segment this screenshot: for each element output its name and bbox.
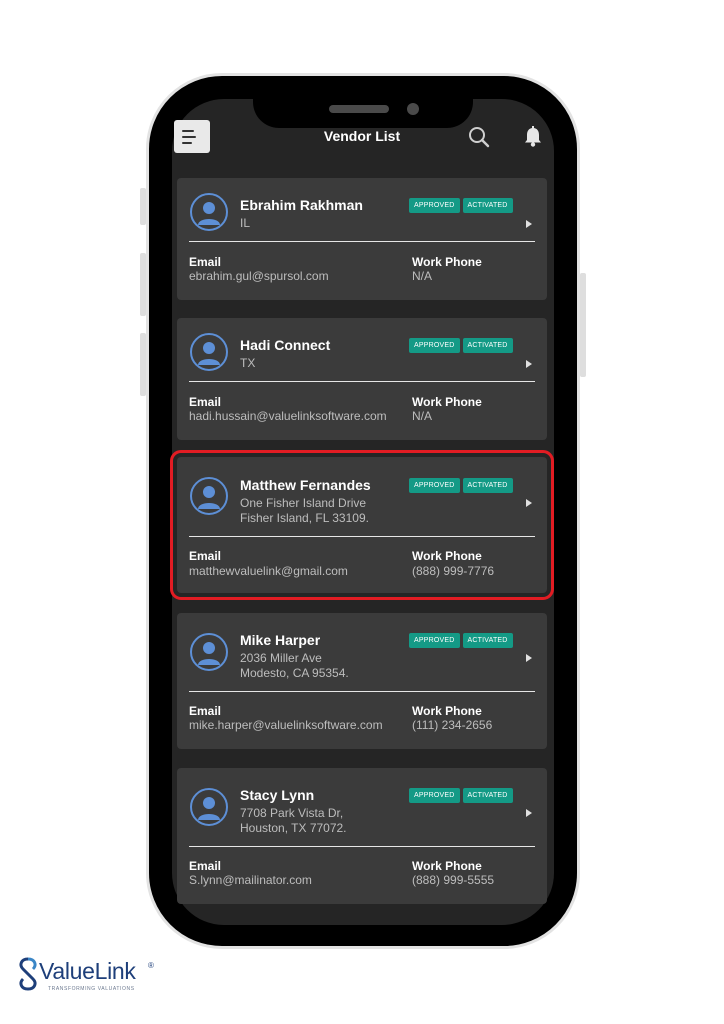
vendor-name: Matthew Fernandes: [240, 477, 371, 493]
activated-badge: ACTIVATED: [462, 788, 513, 803]
chevron-right-icon[interactable]: [526, 654, 532, 662]
page-title: Vendor List: [323, 128, 401, 144]
vendor-card-highlighted[interactable]: Matthew Fernandes One Fisher Island Driv…: [170, 450, 554, 600]
vendor-card[interactable]: Mike Harper 2036 Miller Ave Modesto, CA 9…: [177, 613, 547, 749]
avatar: [190, 193, 228, 231]
vendor-address: TX: [240, 356, 256, 370]
registered-mark: ®: [148, 961, 154, 970]
email-label: Email: [189, 859, 222, 873]
divider: [189, 691, 535, 692]
bell-icon[interactable]: [523, 126, 543, 148]
avatar: [190, 788, 228, 826]
work-phone-value[interactable]: (111) 234-2656: [412, 718, 492, 732]
vendor-name: Ebrahim Rakhman: [240, 197, 363, 213]
phone-power-button: [580, 273, 586, 377]
vendor-address: One Fisher Island Drive Fisher Island, FL…: [240, 496, 369, 525]
chevron-right-icon[interactable]: [526, 809, 532, 817]
email-value[interactable]: hadi.hussain@valuelinksoftware.com: [189, 409, 387, 423]
email-value[interactable]: matthewvaluelink@gmail.com: [189, 564, 348, 578]
work-phone-value[interactable]: (888) 999-5555: [412, 873, 494, 887]
avatar: [190, 633, 228, 671]
chevron-right-icon[interactable]: [526, 499, 532, 507]
status-badges: APPROVED ACTIVATED: [409, 198, 513, 213]
activated-badge: ACTIVATED: [462, 338, 513, 353]
approved-badge: APPROVED: [409, 633, 460, 648]
vendor-name: Mike Harper: [240, 632, 321, 648]
vendor-address: IL: [240, 216, 251, 230]
menu-icon: [182, 130, 194, 132]
approved-badge: APPROVED: [409, 788, 460, 803]
work-phone-label: Work Phone: [412, 859, 482, 873]
vendor-name: Hadi Connect: [240, 337, 331, 353]
email-value[interactable]: mike.harper@valuelinksoftware.com: [189, 718, 383, 732]
work-phone-value[interactable]: N/A: [412, 409, 432, 423]
phone-speaker: [329, 105, 389, 113]
activated-badge: ACTIVATED: [462, 478, 513, 493]
status-badges: APPROVED ACTIVATED: [409, 338, 513, 353]
avatar: [190, 477, 228, 515]
approved-badge: APPROVED: [409, 338, 460, 353]
approved-badge: APPROVED: [409, 198, 460, 213]
activated-badge: ACTIVATED: [462, 198, 513, 213]
email-value[interactable]: S.lynn@mailinator.com: [189, 873, 312, 887]
phone-camera: [407, 103, 419, 115]
work-phone-value[interactable]: N/A: [412, 269, 432, 283]
divider: [189, 536, 535, 537]
email-label: Email: [189, 549, 222, 563]
approved-badge: APPROVED: [409, 478, 460, 493]
divider: [189, 381, 535, 382]
vendor-card[interactable]: Hadi Connect TX APPROVED ACTIVATED Email…: [177, 318, 547, 440]
vendor-address: 7708 Park Vista Dr, Houston, TX 77072.: [240, 806, 347, 835]
status-badges: APPROVED ACTIVATED: [409, 788, 513, 803]
work-phone-label: Work Phone: [412, 255, 482, 269]
vendor-name: Stacy Lynn: [240, 787, 315, 803]
chevron-right-icon[interactable]: [526, 360, 532, 368]
status-badges: APPROVED ACTIVATED: [409, 633, 513, 648]
search-icon[interactable]: [468, 126, 490, 148]
brand-name: ValueLink: [39, 958, 136, 984]
divider: [189, 846, 535, 847]
email-label: Email: [189, 395, 222, 409]
menu-button[interactable]: [174, 120, 210, 153]
vendor-address: 2036 Miller Ave Modesto, CA 95354.: [240, 651, 349, 680]
avatar: [190, 333, 228, 371]
work-phone-label: Work Phone: [412, 704, 482, 718]
work-phone-value[interactable]: (888) 999-7776: [412, 564, 494, 578]
vendor-card[interactable]: Ebrahim Rakhman IL APPROVED ACTIVATED Em…: [177, 178, 547, 300]
work-phone-label: Work Phone: [412, 549, 482, 563]
activated-badge: ACTIVATED: [462, 633, 513, 648]
email-label: Email: [189, 704, 222, 718]
status-badges: APPROVED ACTIVATED: [409, 478, 513, 493]
email-label: Email: [189, 255, 222, 269]
valuelink-logo-icon: [19, 957, 37, 991]
brand-tagline: TRANSFORMING VALUATIONS: [48, 986, 135, 992]
vendor-card[interactable]: Stacy Lynn 7708 Park Vista Dr, Houston, T…: [177, 768, 547, 904]
chevron-right-icon[interactable]: [526, 220, 532, 228]
email-value[interactable]: ebrahim.gul@spursol.com: [189, 269, 329, 283]
divider: [189, 241, 535, 242]
work-phone-label: Work Phone: [412, 395, 482, 409]
